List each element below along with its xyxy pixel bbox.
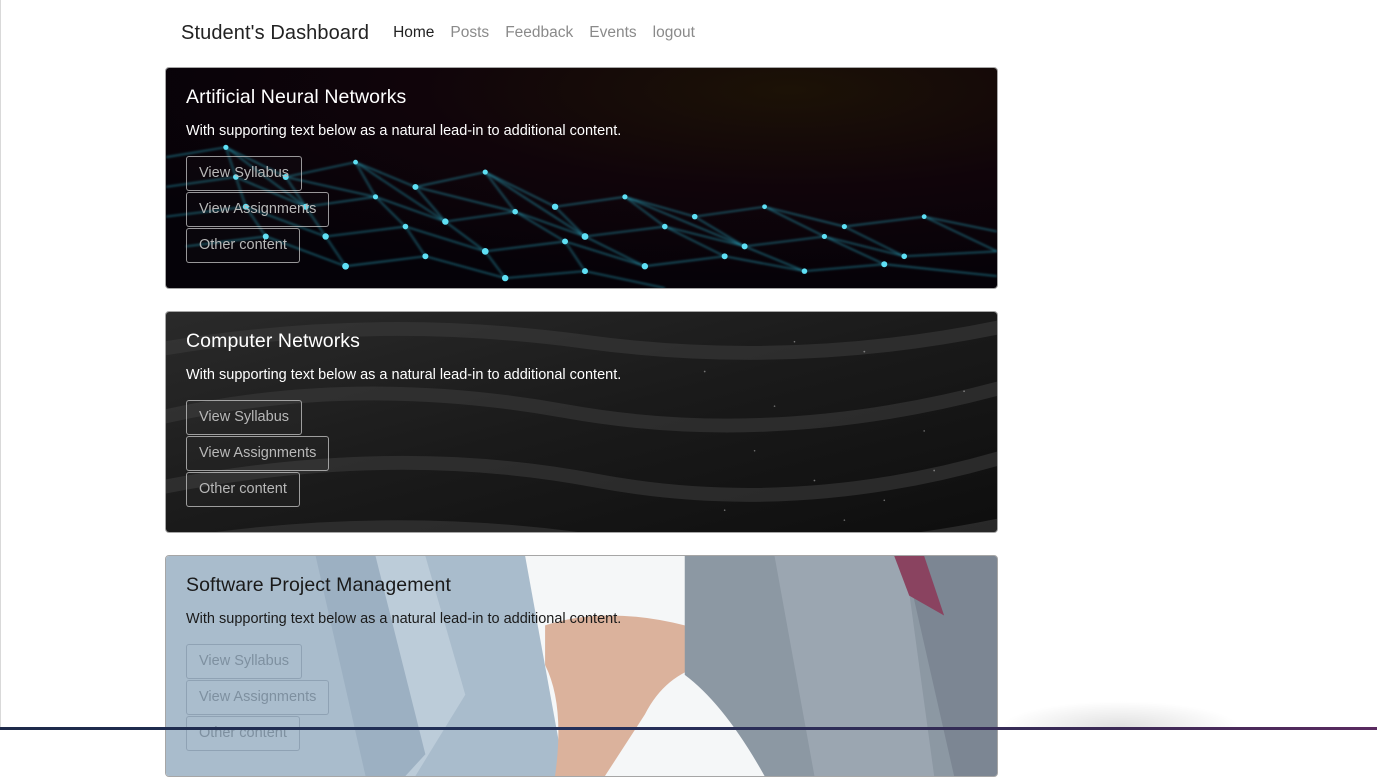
view-syllabus-button[interactable]: View Syllabus	[186, 400, 303, 435]
other-content-button[interactable]: Other content	[186, 472, 300, 507]
other-content-button[interactable]: Other content	[186, 716, 300, 751]
view-assignments-button[interactable]: View Assignments	[186, 436, 330, 471]
top-navbar: Student's Dashboard Home Posts Feedback …	[181, 18, 711, 48]
view-assignments-button[interactable]: View Assignments	[186, 192, 330, 227]
navbar-brand[interactable]: Student's Dashboard	[181, 22, 369, 45]
view-syllabus-button[interactable]: View Syllabus	[186, 156, 303, 191]
card-text: With supporting text below as a natural …	[186, 611, 622, 627]
view-syllabus-button[interactable]: View Syllabus	[186, 644, 303, 679]
card-title: Artificial Neural Networks	[186, 86, 407, 108]
window-shadow	[1000, 701, 1240, 727]
view-assignments-button[interactable]: View Assignments	[186, 680, 330, 715]
nav-link-feedback[interactable]: Feedback	[505, 24, 573, 42]
card-title: Software Project Management	[186, 574, 451, 596]
window-edge	[0, 0, 1, 730]
course-card-ann: Artificial Neural Networks With supporti…	[165, 67, 998, 289]
card-title: Computer Networks	[186, 330, 361, 352]
nav-link-logout[interactable]: logout	[653, 24, 695, 42]
nav-link-events[interactable]: Events	[589, 24, 636, 42]
card-text: With supporting text below as a natural …	[186, 367, 622, 383]
nav-link-home[interactable]: Home	[393, 24, 434, 42]
nav-link-posts[interactable]: Posts	[450, 24, 489, 42]
course-card-software-project-management: Software Project Management With support…	[165, 555, 998, 777]
course-card-computer-networks: Computer Networks With supporting text b…	[165, 311, 998, 533]
card-text: With supporting text below as a natural …	[186, 123, 622, 139]
other-content-button[interactable]: Other content	[186, 228, 300, 263]
